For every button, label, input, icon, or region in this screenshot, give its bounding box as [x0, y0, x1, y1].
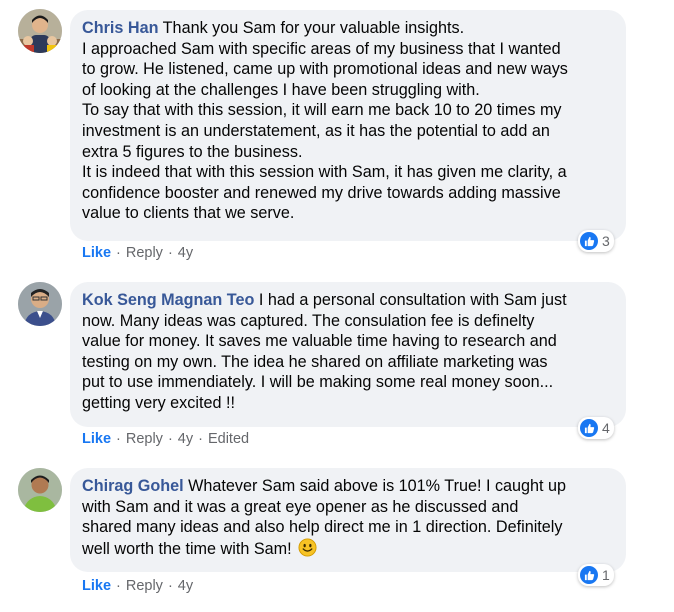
thumbs-up-icon — [580, 232, 598, 250]
comment-text-line: value to clients that we serve. — [82, 204, 295, 223]
like-button[interactable]: Like — [82, 245, 111, 261]
comment-text-line: of looking at the challenges I have been… — [82, 80, 480, 99]
like-button[interactable]: Like — [82, 431, 111, 447]
comment-text-line: put to use immendiately. I will be makin… — [82, 373, 554, 392]
comment-text-line: with Sam and it was a great eye opener a… — [82, 497, 519, 516]
edited-label[interactable]: Edited — [208, 431, 249, 447]
comment-text-line: confidence booster and renewed my drive … — [82, 183, 561, 202]
like-button[interactable]: Like — [82, 578, 111, 594]
comment-text-line: value for money. It saves me valuable ti… — [82, 332, 557, 351]
thumbs-up-icon — [580, 566, 598, 584]
comment-text-line: Thank you Sam for your valuable insights… — [158, 19, 465, 37]
comment-actions: Like · Reply · 4y — [82, 578, 193, 594]
reply-button[interactable]: Reply — [126, 245, 163, 261]
separator-dot: · — [167, 578, 173, 594]
comment-text-line: Whatever Sam said above is 101% True! I … — [183, 477, 567, 495]
comment-text-line: To say that with this session, it will e… — [82, 101, 562, 120]
thumbs-up-icon — [580, 419, 598, 437]
reply-button[interactable]: Reply — [126, 431, 163, 447]
comment-text-line: investment is an understatement, as it h… — [82, 121, 550, 140]
author-name[interactable]: Chirag Gohel — [82, 477, 184, 495]
avatar-photo-icon — [18, 9, 62, 53]
comment-bubble: Chirag Gohel Whatever Sam said above is … — [70, 468, 626, 572]
avatar-photo-icon — [18, 282, 62, 326]
comment-text-line: getting very excited !! — [82, 393, 235, 412]
separator-dot: · — [198, 431, 203, 447]
avatar-photo-icon — [18, 468, 62, 512]
separator-dot: · — [116, 578, 121, 594]
timestamp[interactable]: 4y — [178, 431, 193, 447]
comment-first-line: Chris Han Thank you Sam for your valuabl… — [82, 18, 614, 39]
separator-dot: · — [116, 431, 121, 447]
comment-actions: Like · Reply · 4y · Edited — [82, 431, 249, 447]
reaction-count: 3 — [602, 233, 610, 249]
smiley-emoji-icon — [298, 538, 317, 557]
avatar[interactable] — [18, 9, 62, 53]
timestamp[interactable]: 4y — [178, 245, 193, 261]
comment-first-line: Kok Seng Magnan Teo I had a personal con… — [82, 290, 614, 311]
comment-actions: Like · Reply · 4y — [82, 245, 193, 261]
separator-dot: · — [167, 431, 173, 447]
comment-text-line: I approached Sam with specific areas of … — [82, 39, 561, 58]
author-name[interactable]: Chris Han — [82, 19, 158, 37]
reaction-count: 4 — [602, 420, 610, 436]
avatar[interactable] — [18, 468, 62, 512]
comment-text-line: shared many ideas and also help direct m… — [82, 518, 563, 537]
comment-text-line: I had a personal consultation with Sam j… — [254, 291, 567, 309]
comment-bubble: Kok Seng Magnan Teo I had a personal con… — [70, 282, 626, 427]
reaction-count-badge[interactable]: 1 — [578, 564, 614, 586]
comment-first-line: Chirag Gohel Whatever Sam said above is … — [82, 476, 614, 497]
comment-last-line: well worth the time with Sam! — [82, 538, 614, 560]
reaction-count-badge[interactable]: 3 — [578, 230, 614, 252]
comment-text-line: now. Many ideas was captured. The consul… — [82, 311, 535, 330]
timestamp[interactable]: 4y — [178, 578, 193, 594]
comment-text-line: It is indeed that with this session with… — [82, 163, 567, 182]
author-name[interactable]: Kok Seng Magnan Teo — [82, 291, 254, 309]
comment-text-line: to grow. He listened, came up with promo… — [82, 60, 568, 79]
comment-text-line: well worth the time with Sam! — [82, 539, 297, 558]
avatar[interactable] — [18, 282, 62, 326]
reaction-count-badge[interactable]: 4 — [578, 417, 614, 439]
comment-text-line: testing on my own. The idea he shared on… — [82, 352, 548, 371]
separator-dot: · — [116, 245, 121, 261]
reply-button[interactable]: Reply — [126, 578, 163, 594]
reaction-count: 1 — [602, 567, 610, 583]
separator-dot: · — [167, 245, 173, 261]
comment-text-line: extra 5 figures to the business. — [82, 142, 303, 161]
comment-bubble: Chris Han Thank you Sam for your valuabl… — [70, 10, 626, 241]
